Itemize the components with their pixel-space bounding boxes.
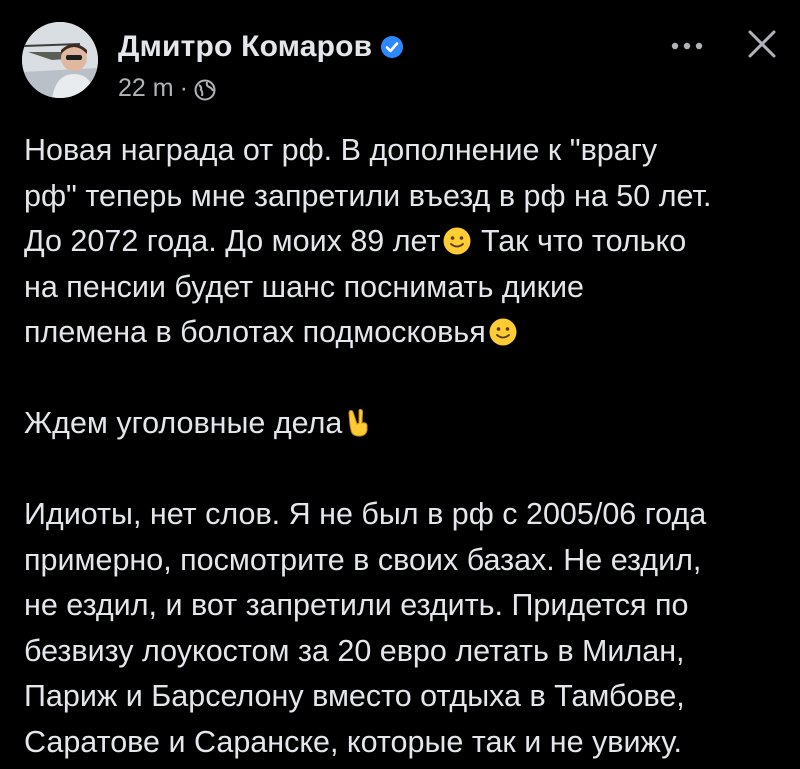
meta-separator: · xyxy=(179,74,188,102)
post-text-line: безвизу лоукостом за 20 евро летать в Ми… xyxy=(24,633,685,668)
slightly-smiling-face-emoji xyxy=(489,318,517,346)
post-text-line: Идиоты, нет слов. Я не был в рф с 2005/0… xyxy=(24,497,707,531)
post-text-line: не ездил, и вот запретили ездить. Придет… xyxy=(24,588,689,622)
globe-icon[interactable] xyxy=(194,79,216,101)
post-paragraph: Ждем уголовные дела xyxy=(24,401,784,447)
post-body: Новая награда от рф. В дополнение к "вра… xyxy=(24,128,784,765)
author-name[interactable]: Дмитро Комаров xyxy=(118,30,372,64)
post-timestamp[interactable]: 22 m xyxy=(118,74,174,103)
post-text-line: племена в болотах подмосковья xyxy=(24,315,486,349)
post-text-line: Саратове и Саранске, которые так и не ув… xyxy=(24,724,682,759)
post-paragraph: Идиоты, нет слов. Я не был в рф с 2005/0… xyxy=(24,492,784,765)
post-text-line: До 2072 года. До моих 89 лет xyxy=(24,224,441,258)
close-icon[interactable] xyxy=(746,28,778,60)
post-text-line: примерно, посмотрите в своих базах. Не е… xyxy=(24,542,702,577)
post-header: Дмитро Комаров 22 m · xyxy=(22,22,782,112)
victory-hand-emoji xyxy=(348,408,368,437)
post-text-line: на пенсии будет шанс поснимать дикие xyxy=(24,269,585,304)
post-paragraph: Новая награда от рф. В дополнение к "вра… xyxy=(24,128,784,356)
post-meta: 22 m · xyxy=(118,74,216,103)
avatar[interactable] xyxy=(22,22,98,98)
slightly-smiling-face-emoji xyxy=(443,227,471,255)
verified-badge-icon xyxy=(381,36,404,58)
post-text-line: Так что только xyxy=(472,224,687,258)
post-text-line: Ждем уголовные дела xyxy=(24,406,343,440)
post-text-line: рф" теперь мне запретили въезд в рф на 5… xyxy=(24,178,712,213)
post-text-line: Новая награда от рф. В дополнение к "вра… xyxy=(24,133,658,167)
more-horizontal-icon[interactable] xyxy=(670,40,704,52)
post-text-line: Париж и Барселону вместо отдыха в Тамбов… xyxy=(24,679,685,713)
